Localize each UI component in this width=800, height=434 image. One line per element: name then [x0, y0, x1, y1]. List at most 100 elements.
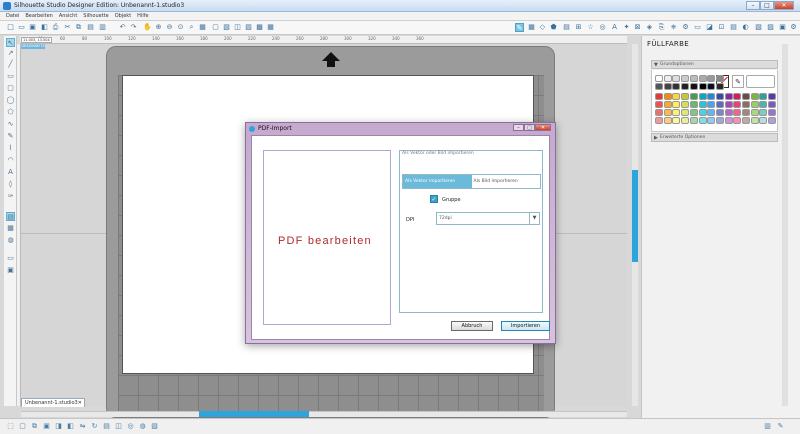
cut-settings-icon[interactable]: ⚙ — [681, 23, 690, 32]
color-swatch[interactable] — [742, 117, 750, 124]
trace-icon[interactable]: ✦ — [622, 23, 631, 32]
section-basic-options[interactable]: ▼ Grundoptionen — [651, 60, 778, 69]
paste-icon[interactable]: ▤ — [86, 23, 95, 32]
new-icon[interactable]: □ — [6, 23, 15, 32]
menu-file[interactable]: Datei — [4, 12, 23, 20]
redo-icon[interactable]: ↷ — [129, 23, 138, 32]
minimize-button[interactable]: – — [746, 1, 760, 10]
import-as-image-option[interactable]: Als Bild importieren — [471, 175, 540, 188]
menu-help[interactable]: Hilfe — [135, 12, 152, 20]
color-swatch[interactable] — [655, 109, 663, 116]
color-swatch[interactable] — [724, 117, 733, 124]
color-swatch[interactable] — [689, 93, 698, 100]
color-swatch[interactable] — [681, 93, 690, 100]
trace-icon[interactable]: ◍ — [138, 422, 147, 431]
color-swatch[interactable] — [715, 109, 724, 116]
color-swatch[interactable] — [689, 75, 698, 82]
smooth-icon[interactable]: ⌇ — [6, 144, 15, 153]
delete-icon[interactable]: ▣ — [42, 422, 51, 431]
color-swatch[interactable] — [672, 83, 681, 90]
eraser-icon[interactable]: ◊ — [6, 180, 15, 189]
freehand-icon[interactable]: ✎ — [6, 132, 15, 141]
color-swatch[interactable] — [742, 101, 750, 108]
offset-icon[interactable]: ◎ — [598, 23, 607, 32]
cutter-icon[interactable]: ▤ — [729, 23, 738, 32]
panel-icon[interactable]: ▣ — [778, 23, 787, 32]
color-swatch[interactable] — [707, 117, 716, 124]
color-swatch[interactable] — [707, 101, 716, 108]
shop-icon[interactable]: ▦ — [6, 224, 15, 233]
undo-icon[interactable]: ↶ — [118, 23, 127, 32]
ellipse-icon[interactable]: ◯ — [6, 96, 15, 105]
cut-send-icon[interactable]: ◧ — [40, 23, 49, 32]
close-button[interactable]: ✕ — [774, 1, 794, 10]
color-swatch[interactable] — [689, 117, 698, 124]
library-icon[interactable]: ◈ — [645, 23, 654, 32]
edit-icon[interactable]: ✎ — [776, 422, 785, 431]
fill-color-icon[interactable]: ▧ — [754, 23, 763, 32]
color-swatch[interactable] — [681, 101, 690, 108]
import-button[interactable]: Importieren — [501, 321, 550, 331]
color-swatch[interactable] — [733, 101, 742, 108]
color-swatch[interactable] — [750, 117, 759, 124]
color-swatch[interactable] — [689, 83, 698, 90]
select-none-icon[interactable]: ▢ — [18, 422, 27, 431]
color-swatch[interactable] — [759, 109, 768, 116]
color-swatch[interactable] — [672, 109, 681, 116]
vertical-scroll-thumb[interactable] — [632, 170, 638, 262]
color-swatch[interactable] — [698, 117, 707, 124]
star-icon[interactable]: ☆ — [586, 23, 595, 32]
edit-points-icon[interactable]: ↗ — [6, 49, 15, 58]
color-swatch[interactable] — [655, 83, 663, 90]
group-icon[interactable]: ▤ — [102, 422, 111, 431]
dialog-minimize-button[interactable]: – — [513, 124, 524, 131]
color-swatch[interactable] — [655, 117, 663, 124]
rotate-icon[interactable]: ↻ — [90, 422, 99, 431]
color-swatch[interactable] — [707, 83, 716, 90]
registration-icon[interactable]: ⊡ — [717, 23, 726, 32]
menu-edit[interactable]: Bearbeiten — [23, 12, 56, 20]
open-icon[interactable]: ▭ — [17, 23, 26, 32]
library-icon[interactable]: ▤ — [6, 212, 15, 221]
ungroup-icon[interactable]: ▧ — [222, 23, 231, 32]
move-front-icon[interactable]: ◨ — [54, 422, 63, 431]
color-swatch[interactable] — [698, 83, 707, 90]
color-swatch[interactable] — [672, 93, 681, 100]
color-swatch[interactable] — [698, 93, 707, 100]
media-icon[interactable]: ◪ — [705, 23, 714, 32]
select-icon[interactable]: ↖ — [6, 38, 15, 47]
color-swatch[interactable] — [750, 93, 759, 100]
color-swatch[interactable] — [672, 101, 681, 108]
color-swatch[interactable] — [672, 117, 681, 124]
chevron-down-icon[interactable]: ▼ — [529, 213, 539, 224]
hand-icon[interactable]: ✋ — [143, 23, 152, 32]
tab-close-icon[interactable]: ✕ — [78, 399, 82, 407]
menu-view[interactable]: Ansicht — [57, 12, 81, 20]
color-swatch[interactable] — [768, 101, 777, 108]
cut-icon[interactable]: ✂ — [63, 23, 72, 32]
knife-icon[interactable]: ✑ — [6, 192, 15, 201]
select-all-icon[interactable]: ⬚ — [6, 422, 15, 431]
color-swatch[interactable] — [707, 109, 716, 116]
dialog-close-button[interactable]: ✕ — [535, 124, 551, 131]
color-swatch[interactable] — [707, 93, 716, 100]
color-swatch[interactable] — [768, 117, 777, 124]
horizontal-scrollbar[interactable] — [21, 411, 627, 417]
color-swatch[interactable] — [663, 75, 672, 82]
gear-icon[interactable]: ⚙ — [789, 23, 798, 32]
media-icon[interactable]: ▧ — [150, 422, 159, 431]
color-swatch[interactable] — [715, 75, 724, 82]
color-swatch[interactable] — [655, 75, 663, 82]
shape-icon[interactable]: ◇ — [538, 23, 547, 32]
fill-icon[interactable]: ▦ — [198, 23, 207, 32]
rounded-rect-icon[interactable]: ▢ — [6, 84, 15, 93]
import-as-vector-option[interactable]: Als Vektor importieren — [403, 175, 472, 188]
current-color-swatch[interactable] — [746, 75, 775, 88]
design-icon[interactable]: ✎ — [515, 23, 524, 32]
dpi-select[interactable]: 72dpi ▼ — [436, 212, 540, 225]
color-swatch[interactable] — [715, 101, 724, 108]
eyedropper-icon[interactable]: ✎ — [732, 75, 744, 88]
color-swatch[interactable] — [733, 117, 742, 124]
color-swatch[interactable] — [768, 109, 777, 116]
cancel-button[interactable]: Abbruch — [451, 321, 493, 331]
